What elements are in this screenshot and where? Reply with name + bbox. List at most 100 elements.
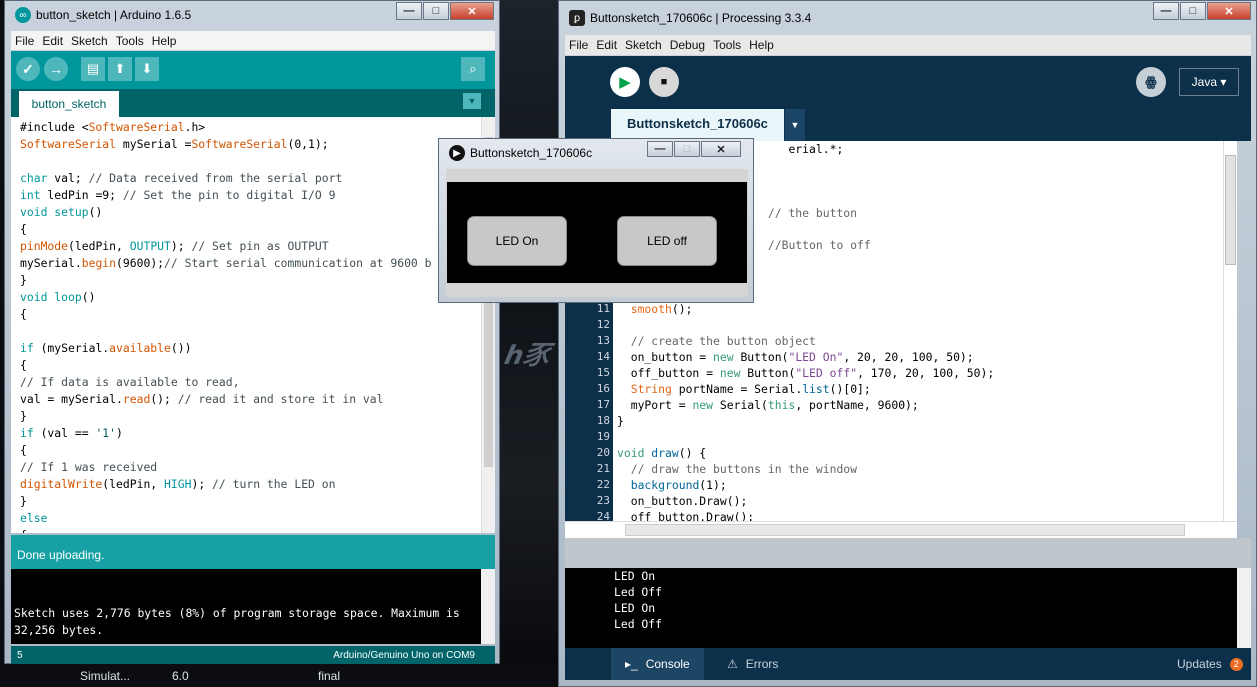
serial-monitor-button[interactable]: ⌕ [461,57,485,81]
code-line: { [20,442,495,459]
maximize-button[interactable]: □ [1180,2,1206,20]
scrollbar-thumb[interactable] [1225,155,1236,265]
play-icon: ▶ [449,145,465,161]
code-line: void draw() { [617,445,1237,461]
tab-menu-button[interactable]: ▼ [785,109,805,141]
code-token: ledPin =9; [40,188,123,202]
code-token: digitalWrite [20,477,103,491]
minimize-button[interactable]: — [1153,2,1179,20]
stop-button[interactable]: ■ [649,67,679,97]
menu-file[interactable]: File [11,34,38,50]
code-token: val; [47,171,89,185]
code-line: off_button.Draw(); [617,509,1237,521]
code-token: // Start serial communication at 9600 b [164,256,432,270]
close-button[interactable]: ✕ [1207,2,1251,20]
code-token: (ledPin, [102,477,165,491]
code-token: if [20,341,34,355]
tab-buttonsketch[interactable]: Buttonsketch_170606c [611,109,784,141]
code-token: (val == [33,426,96,440]
new-sketch-button[interactable]: ▤ [81,57,105,81]
scrollbar-thumb[interactable] [625,524,1185,536]
open-sketch-button[interactable]: ⬆ [108,57,132,81]
processing-editor-hscrollbar[interactable] [565,521,1237,538]
code-token: Button( [733,350,789,364]
code-token: int [20,188,41,202]
tab-errors[interactable]: ⚠ Errors [713,648,792,680]
processing-titlebar[interactable]: ꝑ Buttonsketch_170606c | Processing 3.3.… [559,1,1256,35]
arduino-console-scrollbar[interactable] [481,569,495,644]
tab-button-sketch[interactable]: button_sketch [19,91,119,117]
taskbar-item[interactable]: 6.0 [172,669,189,683]
code-line: } [617,413,1237,429]
code-line: background(1); [617,477,1237,493]
verify-button[interactable]: ✓ [16,57,40,81]
menu-debug[interactable]: Debug [666,38,709,55]
infinity-logo-icon: ∞ [15,7,31,23]
terminal-icon: ▸_ [625,657,638,671]
code-token: '1' [95,426,117,440]
warning-icon: ⚠ [727,657,738,671]
arduino-code-editor[interactable]: #include <SoftwareSerial.h> SoftwareSeria… [11,117,495,533]
line-number: 5 [17,649,23,661]
processing-editor-vscrollbar[interactable] [1223,141,1237,521]
save-sketch-button[interactable]: ⬇ [135,57,159,81]
menu-tools[interactable]: Tools [709,38,745,55]
code-line: ​ [617,317,1237,333]
code-token: } [617,414,624,428]
processing-bottom-bar: ▸_ Console ⚠ Errors Updates 2 [565,648,1251,680]
menu-help[interactable]: Help [745,38,778,55]
code-token: ()[0]; [829,382,871,396]
maximize-button[interactable]: □ [423,2,449,20]
new-file-icon: ▤ [86,61,100,76]
run-button[interactable]: ▶ [610,67,640,97]
sketch-canvas: LED On LED off [447,182,747,283]
code-token: mySerial = [116,137,192,151]
code-token: (ledPin, [68,239,130,253]
minimize-button[interactable]: — [647,141,673,157]
code-token: ); [191,477,213,491]
menu-help[interactable]: Help [148,34,181,50]
updates-label: Updates [1177,657,1222,671]
code-token: { [20,528,27,533]
menu-edit[interactable]: Edit [592,38,621,55]
tab-console[interactable]: ▸_ Console [611,648,704,680]
debugger-button[interactable]: ꙮ [1136,67,1166,97]
code-line: // create the button object [617,333,1237,349]
minimize-button[interactable]: — [396,2,422,20]
errors-tab-label: Errors [745,657,779,671]
updates-button[interactable]: Updates 2 [1163,648,1257,680]
code-token: ); [170,239,192,253]
maximize-button[interactable]: □ [674,141,700,157]
menu-file[interactable]: File [565,38,592,55]
menu-edit[interactable]: Edit [38,34,67,50]
taskbar-item[interactable]: final [318,669,340,683]
menu-sketch[interactable]: Sketch [67,34,112,50]
code-line: if (mySerial.available()) [20,340,495,357]
tab-menu-button[interactable]: ▼ [463,93,481,109]
mode-selector[interactable]: Java ▾ [1179,68,1239,96]
close-button[interactable]: ✕ [450,2,494,20]
code-token: //Button to off [767,238,871,252]
code-line: int ledPin =9; // Set the pin to digital… [20,187,495,204]
led-on-button[interactable]: LED On [467,216,567,266]
line-number: 19 [596,430,610,443]
code-token: , portName, 9600); [795,398,919,412]
led-off-button[interactable]: LED off [617,216,717,266]
upload-button[interactable]: → [44,57,68,81]
code-token: () [88,205,103,219]
menu-tools[interactable]: Tools [112,34,148,50]
taskbar-item[interactable]: Simulat... [80,669,130,683]
close-button[interactable]: ✕ [701,141,741,157]
line-number: 23 [596,494,610,507]
code-token: SoftwareSerial [20,137,117,151]
line-number: 21 [596,462,610,475]
processing-console-scrollbar[interactable] [1237,568,1251,648]
line-number: 20 [596,446,610,459]
line-number: 18 [596,414,610,427]
code-line: ​ [20,153,495,170]
menu-sketch[interactable]: Sketch [621,38,666,55]
processing-console-output: LED On Led Off LED On Led Off [565,568,1237,648]
code-token: (0,1); [287,137,329,151]
code-line: } [20,272,495,289]
